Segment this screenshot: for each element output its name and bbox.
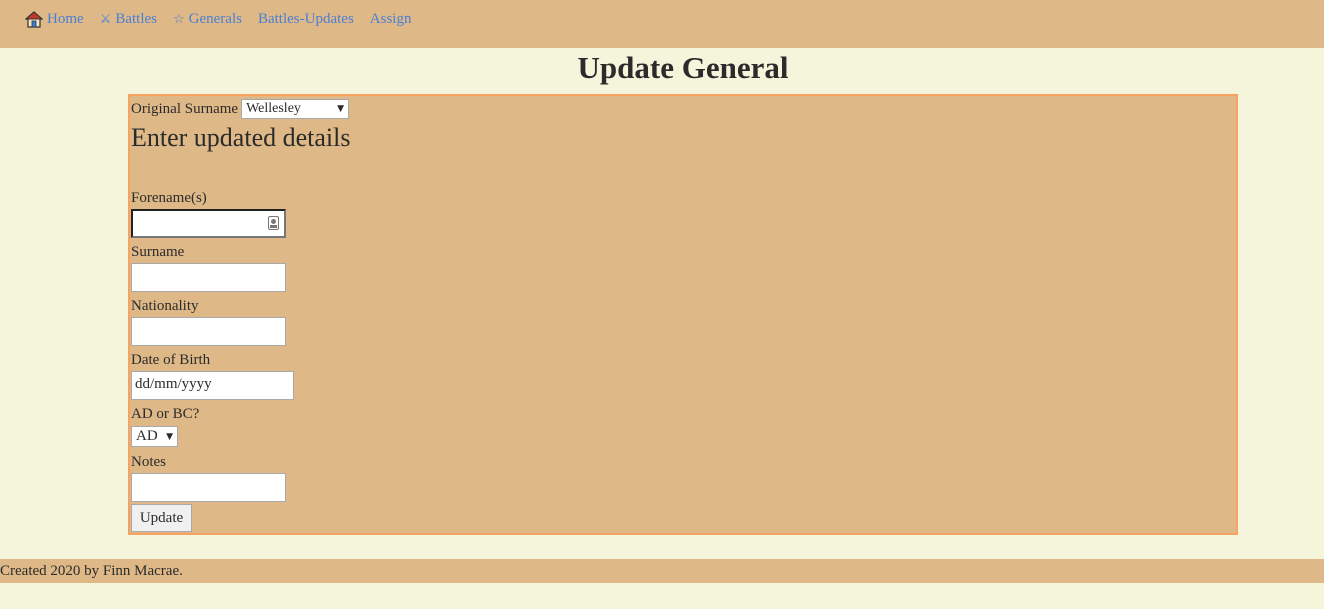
nav-assign-link[interactable]: Assign [370,11,412,28]
page-title: Update General [577,50,789,85]
nav-home-link[interactable]: Home [25,11,84,28]
surname-input[interactable] [131,263,286,292]
original-surname-label: Original Surname [131,100,239,117]
nav-battles-updates-label: Battles-Updates [257,11,354,27]
dob-label: Date of Birth [131,352,211,368]
update-form-panel: Original Surname Wellesley ▼ Enter updat… [128,94,1238,535]
original-surname-row: Original Surname Wellesley ▼ [131,99,350,119]
footer-text: Created 2020 by Finn Macrae. [0,563,183,579]
nationality-input[interactable] [131,317,286,346]
contact-card-icon[interactable] [268,216,279,230]
original-surname-select[interactable]: Wellesley ▼ [241,99,350,119]
navbar: Home ⚔ Battles ☆ Generals Battles-Update… [0,0,1324,48]
nationality-label: Nationality [131,298,199,314]
surname-label: Surname [131,244,185,260]
nav-generals-link[interactable]: ☆ Generals [173,11,242,28]
notes-input[interactable] [131,473,286,502]
update-button[interactable]: Update [131,504,192,532]
home-icon [25,11,43,28]
dob-input[interactable]: dd/mm/yyyy [131,371,294,400]
era-value: AD [136,428,158,444]
notes-label: Notes [131,454,166,470]
nav-generals-label: Generals [188,11,242,27]
crossed-swords-icon: ⚔ [99,12,112,27]
chevron-down-icon: ▼ [337,104,345,114]
chevron-down-icon: ▼ [166,431,173,442]
footer: Created 2020 by Finn Macrae. [0,559,1324,583]
nav-list: Home ⚔ Battles ☆ Generals Battles-Update… [25,11,427,28]
era-label: AD or BC? [131,406,200,422]
nav-battles-link[interactable]: ⚔ Battles [100,11,157,28]
original-surname-value: Wellesley [246,101,301,116]
era-select[interactable]: AD ▼ [131,426,178,447]
star-icon: ☆ [173,12,185,27]
nav-battles-updates-link[interactable]: Battles-Updates [258,11,354,28]
nav-home-label: Home [47,11,84,27]
forename-label: Forename(s) [131,190,207,206]
nav-assign-label: Assign [369,11,412,27]
form-subheading: Enter updated details [131,123,351,152]
nav-battles-label: Battles [115,11,157,27]
forename-input[interactable] [131,209,286,238]
